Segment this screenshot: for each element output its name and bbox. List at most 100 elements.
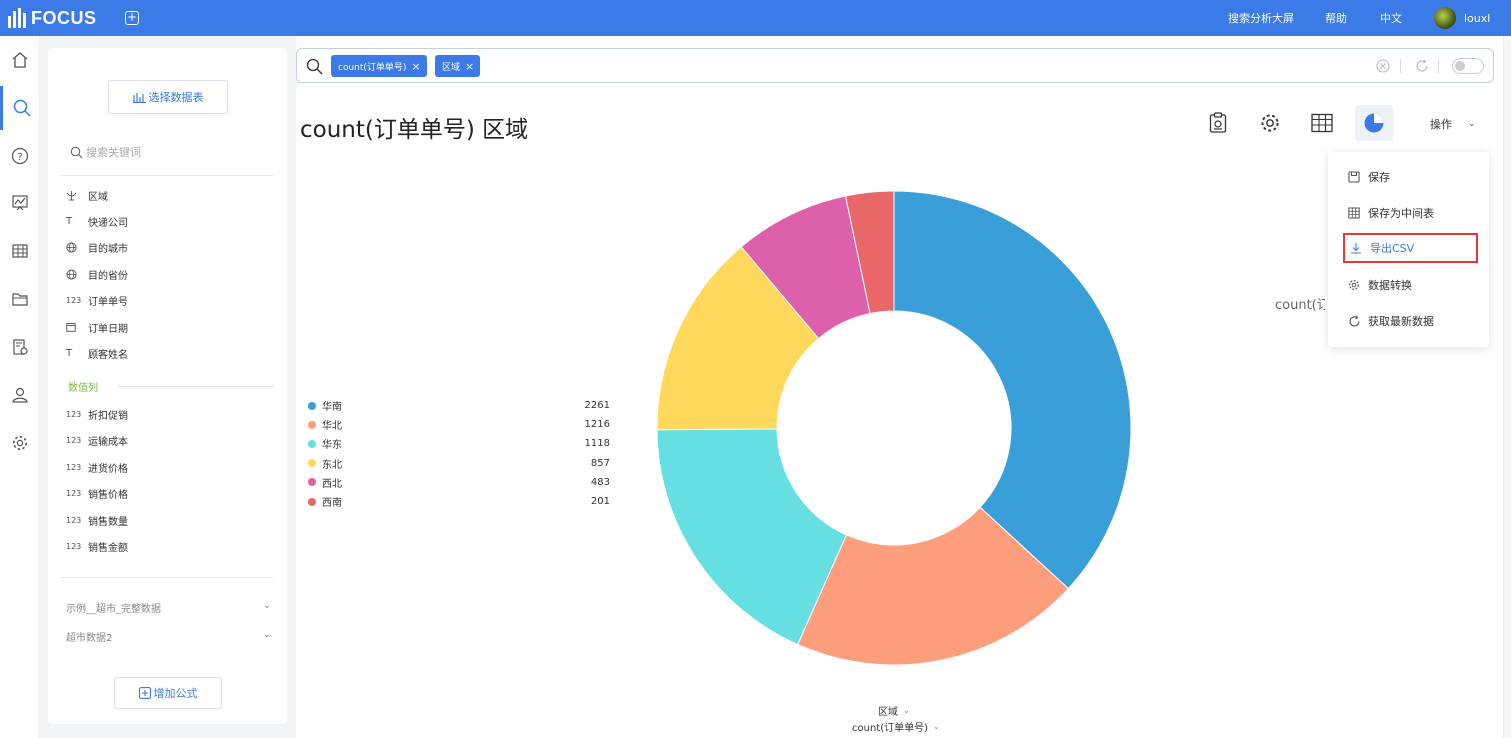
pie-chart-icon[interactable]: [1355, 105, 1393, 141]
column-item[interactable]: 123 订单单号: [66, 293, 128, 309]
language-switch[interactable]: 中文: [1380, 0, 1402, 36]
donut-chart: [656, 190, 1132, 666]
legend-label: 西南: [322, 498, 342, 510]
scrollbar[interactable]: [1503, 36, 1511, 738]
menu-item-label: 保存为中间表: [1368, 207, 1434, 220]
dashboard-link[interactable]: 搜索分析大屏: [1228, 0, 1294, 36]
gear-icon: [1348, 279, 1368, 291]
legend-label: 华北: [322, 421, 342, 433]
legend-item[interactable]: 西北 483: [308, 473, 610, 492]
column-item[interactable]: 123 运输成本: [66, 433, 128, 449]
home-icon[interactable]: [0, 38, 40, 82]
column-item[interactable]: 区域: [66, 187, 108, 203]
menu-item-data-transform[interactable]: 数据转换: [1328, 270, 1489, 300]
donut-slice[interactable]: [893, 190, 1132, 590]
legend-item[interactable]: 华东 1118: [308, 434, 610, 453]
legend-item[interactable]: 西南 201: [308, 492, 610, 511]
number-icon: 123: [66, 409, 82, 419]
legend-item[interactable]: 东北 857: [308, 454, 610, 473]
column-name: 折扣促销: [88, 410, 128, 422]
divider: [118, 386, 274, 387]
bar-chart-icon: [132, 92, 146, 103]
operations-menu[interactable]: 操作 ⌄: [1430, 116, 1476, 132]
column-item[interactable]: 123 销售价格: [66, 486, 128, 502]
plus-square-icon[interactable]: +: [125, 11, 139, 25]
toggle-knob: [1455, 61, 1465, 71]
column-item[interactable]: 123 销售数量: [66, 512, 128, 528]
clear-icon[interactable]: [1376, 59, 1390, 73]
column-name: 订单单号: [88, 297, 128, 309]
legend-value: 857: [590, 457, 610, 469]
column-item[interactable]: 123 进货价格: [66, 459, 128, 475]
folder-icon[interactable]: [0, 277, 40, 321]
value-axis-selector[interactable]: count(订单单号) ⌄: [852, 719, 940, 734]
number-icon: 123: [66, 436, 82, 445]
select-table-button[interactable]: 选择数据表: [108, 80, 228, 114]
search-tag-label: 区域: [442, 62, 461, 73]
source-label: 超市数据2: [66, 633, 113, 644]
legend-item[interactable]: 华北 1216: [308, 415, 610, 434]
settings-doc-icon[interactable]: [0, 325, 40, 369]
gear-icon[interactable]: [1251, 105, 1289, 141]
logo-icon: [8, 8, 26, 28]
category-axis-selector[interactable]: 区域 ⌄: [878, 703, 910, 718]
legend-label: 东北: [322, 459, 342, 471]
add-formula-button[interactable]: 增加公式: [114, 677, 222, 709]
table-icon[interactable]: [1303, 105, 1341, 141]
gear-icon[interactable]: [0, 421, 40, 465]
source-item[interactable]: 示例__超市_完整数据 ⌄: [66, 600, 271, 615]
menu-item-save-intermediate[interactable]: 保存为中间表: [1328, 198, 1489, 228]
legend-value: 1118: [584, 438, 610, 450]
logo[interactable]: FOCUS: [8, 7, 97, 29]
refresh-icon[interactable]: [1415, 59, 1429, 73]
search-tag[interactable]: 区域 ×: [435, 55, 481, 77]
chevron-down-icon: ⌄: [262, 600, 271, 611]
search-tag[interactable]: count(订单单号) ×: [331, 55, 427, 77]
column-item[interactable]: T 快递公司: [66, 213, 128, 229]
column-item[interactable]: 订单日期: [66, 319, 128, 335]
keyword-search-input[interactable]: 搜索关键词: [70, 144, 141, 160]
column-name: 订单日期: [88, 323, 128, 335]
table-icon[interactable]: [0, 229, 40, 273]
column-item[interactable]: 目的城市: [66, 240, 128, 256]
column-item[interactable]: 123 销售金额: [66, 539, 128, 555]
dashboard-icon[interactable]: [0, 181, 40, 225]
help-link[interactable]: 帮助: [1325, 0, 1347, 36]
table-icon: [1348, 207, 1368, 219]
divider: [60, 577, 273, 578]
menu-item-save[interactable]: 保存: [1328, 162, 1489, 192]
divider: [1400, 59, 1401, 73]
column-name: 运输成本: [88, 437, 128, 448]
column-item[interactable]: T 顾客姓名: [66, 345, 128, 361]
legend-swatch: [308, 401, 316, 410]
add-formula-label: 增加公式: [153, 687, 198, 700]
search-icon[interactable]: [0, 86, 40, 130]
menu-item-label: 导出CSV: [1370, 242, 1415, 255]
number-icon: 123: [66, 515, 82, 525]
menu-item-refresh-data[interactable]: 获取最新数据: [1328, 306, 1489, 336]
column-name: 销售金额: [88, 543, 128, 554]
legend-item[interactable]: 华南 2261: [308, 396, 610, 415]
clipboard-icon[interactable]: [1199, 105, 1237, 141]
help-icon[interactable]: ?: [0, 134, 40, 178]
user-icon[interactable]: [0, 373, 40, 417]
legend-value: 201: [590, 496, 610, 508]
source-item[interactable]: 超市数据2 ⌄: [66, 629, 271, 644]
toggle-switch[interactable]: [1452, 58, 1484, 74]
column-name: 目的城市: [88, 244, 128, 256]
search-icon: [306, 58, 323, 75]
column-name: 销售价格: [88, 490, 128, 501]
chart-legend: 华南 2261 华北 1216 华东 1118 东北 857 西北 483 西南 201: [308, 396, 610, 511]
number-icon: 123: [66, 489, 82, 498]
number-icon: 123: [66, 296, 82, 306]
column-item[interactable]: 目的省份: [66, 266, 128, 282]
close-icon[interactable]: ×: [465, 60, 474, 73]
user-menu[interactable]: louxl: [1434, 0, 1490, 36]
text-icon: T: [66, 215, 73, 227]
column-item[interactable]: 123 折扣促销: [66, 406, 128, 422]
username: louxl: [1464, 11, 1491, 25]
search-bar[interactable]: count(订单单号) × 区域 ×: [296, 48, 1494, 83]
close-icon[interactable]: ×: [411, 60, 420, 73]
menu-item-export-csv[interactable]: 导出CSV: [1343, 233, 1478, 263]
value-axis-selector-label: count(订单单号): [852, 723, 929, 734]
